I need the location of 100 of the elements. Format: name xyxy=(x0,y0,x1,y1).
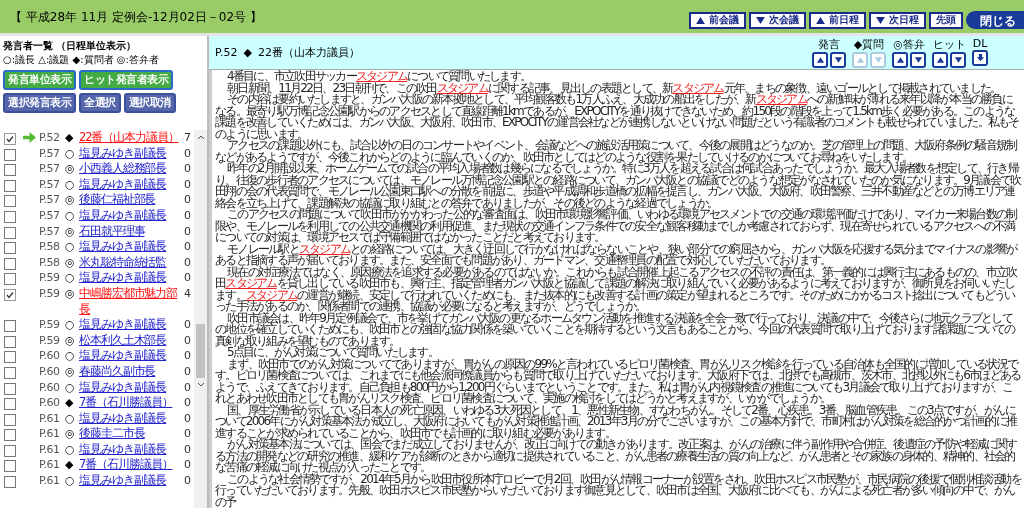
nav-label: 発言 xyxy=(818,37,840,52)
checkbox[interactable] xyxy=(4,351,16,364)
hit-count: 0 xyxy=(184,145,192,162)
next-button[interactable] xyxy=(910,52,926,68)
nav-button[interactable]: 前会議 xyxy=(689,11,746,29)
role-mark: ◆ xyxy=(243,46,252,59)
close-button[interactable]: 閉じる xyxy=(966,11,1024,29)
role-mark: ○ xyxy=(65,410,76,427)
next-button[interactable] xyxy=(950,52,966,68)
nav-label: DL xyxy=(972,37,988,50)
checkbox[interactable] xyxy=(4,226,16,239)
speech-paragraph: このアクセスの問題について吹田市がかかわった公的な審査面は、吹田市環境影響評価、いわゆる環境アセスメントでの交通の環境評価だけであり、マイカー来場台数の制限や、モノレールを利用しての公共交通機関の利用促進、また現状の交通インフラ条件での安全な観客移動までしか考慮されておらず、現在寄せられているアクセスへの不満についての対策は、環境アセスでは守備範囲ではなかったことだと考えております。 xyxy=(215,209,1018,244)
page-number: P.57 xyxy=(39,223,61,240)
page-number: P.60 xyxy=(39,348,61,364)
checkbox[interactable] xyxy=(4,382,16,395)
page-number: P.59 xyxy=(39,317,61,333)
previous-button[interactable] xyxy=(892,52,908,68)
nav-button[interactable]: 次日程 xyxy=(869,11,926,29)
scroll-thumb[interactable] xyxy=(196,324,205,378)
previous-button[interactable] xyxy=(812,52,828,68)
speaker-link[interactable]: 塩見みゆき副議長 xyxy=(79,239,183,255)
role-mark: ○ xyxy=(65,317,76,333)
checkbox[interactable] xyxy=(4,288,16,301)
hit-count: 0 xyxy=(184,348,192,364)
role-mark: ○ xyxy=(65,441,76,458)
speaker-link[interactable]: 塩見みゆき副議長 xyxy=(79,176,183,193)
page-number: P.61 xyxy=(39,426,61,442)
download-button[interactable] xyxy=(972,50,988,66)
speaker-link[interactable]: 松本利久土木部長 xyxy=(79,332,183,349)
checkbox[interactable] xyxy=(4,476,16,489)
scroll-down-icon[interactable] xyxy=(196,382,205,388)
speaker-link[interactable]: 春藤尚久副市長 xyxy=(79,363,183,380)
checkbox[interactable] xyxy=(4,242,16,255)
next-button[interactable] xyxy=(830,52,846,68)
speaker-link[interactable]: 塩見みゆき副議長 xyxy=(79,270,183,286)
speaker-name: 22番（山本力議員） xyxy=(257,45,360,60)
previous-button[interactable] xyxy=(932,52,948,68)
nav-button[interactable]: 次会議 xyxy=(749,11,806,29)
checkbox[interactable] xyxy=(4,335,16,348)
up-triangle-icon xyxy=(855,56,865,64)
checkbox[interactable] xyxy=(4,257,16,270)
speaker-link[interactable]: 塩見みゆき副議長 xyxy=(79,379,183,396)
role-mark: ◎ xyxy=(65,223,76,240)
checkbox[interactable] xyxy=(4,195,16,208)
select-button[interactable]: 全選択 xyxy=(79,93,121,113)
nav-button[interactable]: 前日程 xyxy=(809,11,866,29)
page-number: P.61 xyxy=(39,473,61,489)
role-mark: ◎ xyxy=(65,192,76,208)
checkbox[interactable] xyxy=(4,429,16,442)
nav-button[interactable]: 先頭 xyxy=(929,11,963,29)
page-number: P.57 xyxy=(39,192,61,208)
hit-count: 0 xyxy=(184,176,192,193)
role-mark: ○ xyxy=(65,379,76,396)
scrollbar[interactable] xyxy=(194,130,207,508)
speaker-link[interactable]: 塩見みゆき副議長 xyxy=(79,473,183,489)
page-number: P.61 xyxy=(39,410,61,427)
hit-count: 0 xyxy=(184,473,192,489)
speaker-link[interactable]: 塩見みゆき副議長 xyxy=(79,207,183,224)
checkbox[interactable] xyxy=(4,460,16,473)
page-number: P.58 xyxy=(39,254,61,271)
speaker-link[interactable]: 石田就平理事 xyxy=(79,223,183,240)
speaker-link[interactable]: 後藤仁福祉部長 xyxy=(79,192,183,208)
speech-paragraph: 5点目に、がん対策について質問いたします。 xyxy=(227,347,439,359)
role-mark: ○ xyxy=(65,239,76,255)
speaker-link[interactable]: 7番（石川勝議員） xyxy=(79,457,183,474)
speaker-link[interactable]: 米丸聡特命統括監 xyxy=(79,254,183,271)
checkbox[interactable] xyxy=(4,444,16,457)
speaker-link[interactable]: 22番（山本力議員） xyxy=(79,130,183,146)
role-mark: ◎ xyxy=(65,426,76,442)
speaker-link[interactable]: 塩見みゆき副議長 xyxy=(79,145,183,162)
checkbox[interactable] xyxy=(4,320,16,333)
speaker-link[interactable]: 塩見みゆき副議長 xyxy=(79,410,183,427)
checkbox[interactable] xyxy=(4,366,16,379)
role-mark: ◆ xyxy=(65,130,75,146)
speaker-link[interactable]: 小西義人総務部長 xyxy=(79,161,183,177)
speaker-link[interactable]: 塩見みゆき副議長 xyxy=(79,348,183,364)
role-mark: ◎ xyxy=(65,363,76,380)
hit-count: 0 xyxy=(184,239,192,255)
down-triangle-icon xyxy=(756,16,765,24)
role-mark: ○ xyxy=(65,176,76,193)
speech-paragraph: アクセスの課題以外にも、試合以外の日のコンサートやイベント、会議などへの施設活用策について、今後の展開はどうなのか。芝の管理上の問題、大阪府条例の騒音規制などがあるようですが、今後これからどのように臨んでいくのか、吹田市としてはどのような役割を果たしていけるのかについてお尋ねをいたします。 xyxy=(215,140,1017,163)
checkbox[interactable] xyxy=(4,398,16,411)
checkbox[interactable] xyxy=(4,413,16,426)
scroll-up-icon[interactable] xyxy=(196,134,205,140)
select-button[interactable]: 選択発言表示 xyxy=(3,93,76,113)
checkbox[interactable] xyxy=(4,273,16,286)
speaker-link[interactable]: 塩見みゆき副議長 xyxy=(79,317,183,333)
page-number: P.57 xyxy=(39,176,61,193)
speaker-link[interactable]: 後藤圭二市長 xyxy=(79,426,183,442)
hit-count: 0 xyxy=(184,395,192,411)
select-button[interactable]: 選択取消 xyxy=(123,93,176,113)
checkbox[interactable] xyxy=(4,179,16,192)
checkbox[interactable] xyxy=(4,164,16,177)
checkbox[interactable] xyxy=(4,148,16,161)
speaker-link[interactable]: 7番（石川勝議員） xyxy=(79,395,183,411)
checkbox[interactable] xyxy=(4,133,16,145)
checkbox[interactable] xyxy=(4,210,16,223)
speaker-link[interactable]: 塩見みゆき副議長 xyxy=(79,441,183,458)
page-number: P.60 xyxy=(39,395,61,411)
speaker-link[interactable]: 中嶋勝宏都市魅力部長 xyxy=(79,285,183,318)
